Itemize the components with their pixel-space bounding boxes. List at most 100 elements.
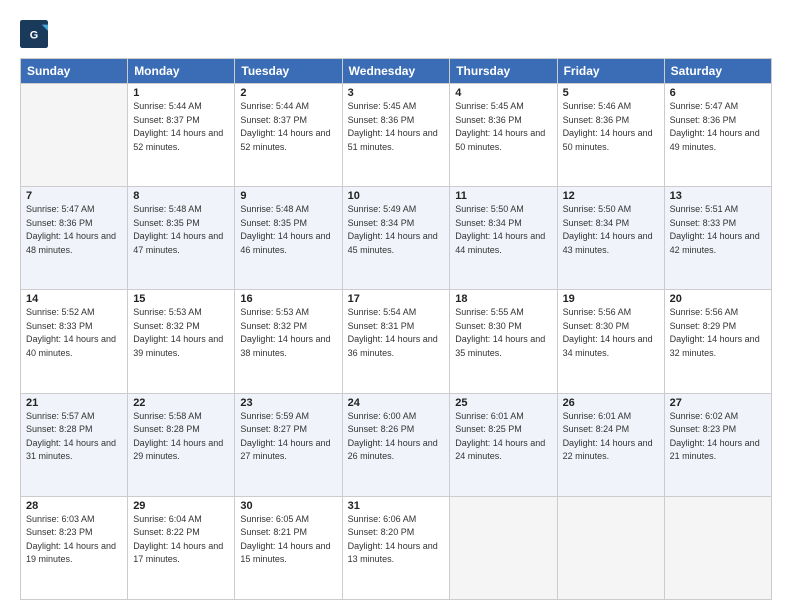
day-number: 11: [455, 190, 551, 202]
calendar-table: SundayMondayTuesdayWednesdayThursdayFrid…: [20, 58, 772, 600]
calendar-cell: 11Sunrise: 5:50 AMSunset: 8:34 PMDayligh…: [450, 187, 557, 290]
day-number: 3: [348, 87, 445, 99]
calendar-cell: 16Sunrise: 5:53 AMSunset: 8:32 PMDayligh…: [235, 290, 342, 393]
weekday-header-thursday: Thursday: [450, 59, 557, 84]
day-info: Sunrise: 6:06 AMSunset: 8:20 PMDaylight:…: [348, 513, 445, 567]
day-info: Sunrise: 6:05 AMSunset: 8:21 PMDaylight:…: [240, 513, 336, 567]
calendar-cell: 7Sunrise: 5:47 AMSunset: 8:36 PMDaylight…: [21, 187, 128, 290]
calendar-cell: 23Sunrise: 5:59 AMSunset: 8:27 PMDayligh…: [235, 393, 342, 496]
calendar-cell: 29Sunrise: 6:04 AMSunset: 8:22 PMDayligh…: [128, 496, 235, 599]
calendar-cell: 2Sunrise: 5:44 AMSunset: 8:37 PMDaylight…: [235, 84, 342, 187]
day-number: 26: [563, 397, 659, 409]
calendar-cell: 9Sunrise: 5:48 AMSunset: 8:35 PMDaylight…: [235, 187, 342, 290]
day-info: Sunrise: 5:45 AMSunset: 8:36 PMDaylight:…: [348, 100, 445, 154]
day-number: 19: [563, 293, 659, 305]
day-number: 13: [670, 190, 766, 202]
day-number: 18: [455, 293, 551, 305]
calendar-cell: 25Sunrise: 6:01 AMSunset: 8:25 PMDayligh…: [450, 393, 557, 496]
day-number: 16: [240, 293, 336, 305]
day-info: Sunrise: 6:00 AMSunset: 8:26 PMDaylight:…: [348, 410, 445, 464]
calendar-week-row: 28Sunrise: 6:03 AMSunset: 8:23 PMDayligh…: [21, 496, 772, 599]
day-number: 25: [455, 397, 551, 409]
calendar-cell: 20Sunrise: 5:56 AMSunset: 8:29 PMDayligh…: [664, 290, 771, 393]
calendar-week-row: 1Sunrise: 5:44 AMSunset: 8:37 PMDaylight…: [21, 84, 772, 187]
day-info: Sunrise: 5:48 AMSunset: 8:35 PMDaylight:…: [133, 203, 229, 257]
day-info: Sunrise: 6:02 AMSunset: 8:23 PMDaylight:…: [670, 410, 766, 464]
calendar-cell: [450, 496, 557, 599]
day-info: Sunrise: 5:55 AMSunset: 8:30 PMDaylight:…: [455, 306, 551, 360]
day-info: Sunrise: 5:48 AMSunset: 8:35 PMDaylight:…: [240, 203, 336, 257]
day-info: Sunrise: 6:03 AMSunset: 8:23 PMDaylight:…: [26, 513, 122, 567]
weekday-header-row: SundayMondayTuesdayWednesdayThursdayFrid…: [21, 59, 772, 84]
calendar-week-row: 7Sunrise: 5:47 AMSunset: 8:36 PMDaylight…: [21, 187, 772, 290]
day-info: Sunrise: 5:56 AMSunset: 8:29 PMDaylight:…: [670, 306, 766, 360]
day-info: Sunrise: 5:53 AMSunset: 8:32 PMDaylight:…: [133, 306, 229, 360]
day-number: 17: [348, 293, 445, 305]
day-number: 9: [240, 190, 336, 202]
day-number: 12: [563, 190, 659, 202]
calendar-cell: 28Sunrise: 6:03 AMSunset: 8:23 PMDayligh…: [21, 496, 128, 599]
weekday-header-monday: Monday: [128, 59, 235, 84]
calendar-cell: 10Sunrise: 5:49 AMSunset: 8:34 PMDayligh…: [342, 187, 450, 290]
day-info: Sunrise: 5:44 AMSunset: 8:37 PMDaylight:…: [240, 100, 336, 154]
day-info: Sunrise: 6:01 AMSunset: 8:25 PMDaylight:…: [455, 410, 551, 464]
calendar-cell: 31Sunrise: 6:06 AMSunset: 8:20 PMDayligh…: [342, 496, 450, 599]
day-info: Sunrise: 6:04 AMSunset: 8:22 PMDaylight:…: [133, 513, 229, 567]
weekday-header-tuesday: Tuesday: [235, 59, 342, 84]
calendar-cell: 21Sunrise: 5:57 AMSunset: 8:28 PMDayligh…: [21, 393, 128, 496]
day-info: Sunrise: 5:59 AMSunset: 8:27 PMDaylight:…: [240, 410, 336, 464]
weekday-header-sunday: Sunday: [21, 59, 128, 84]
calendar-cell: 3Sunrise: 5:45 AMSunset: 8:36 PMDaylight…: [342, 84, 450, 187]
calendar-cell: [557, 496, 664, 599]
weekday-header-friday: Friday: [557, 59, 664, 84]
day-info: Sunrise: 5:44 AMSunset: 8:37 PMDaylight:…: [133, 100, 229, 154]
calendar-cell: 18Sunrise: 5:55 AMSunset: 8:30 PMDayligh…: [450, 290, 557, 393]
day-number: 21: [26, 397, 122, 409]
calendar-cell: 26Sunrise: 6:01 AMSunset: 8:24 PMDayligh…: [557, 393, 664, 496]
day-info: Sunrise: 5:57 AMSunset: 8:28 PMDaylight:…: [26, 410, 122, 464]
calendar-cell: 1Sunrise: 5:44 AMSunset: 8:37 PMDaylight…: [128, 84, 235, 187]
weekday-header-saturday: Saturday: [664, 59, 771, 84]
day-number: 8: [133, 190, 229, 202]
day-number: 23: [240, 397, 336, 409]
calendar-cell: 12Sunrise: 5:50 AMSunset: 8:34 PMDayligh…: [557, 187, 664, 290]
calendar-cell: 27Sunrise: 6:02 AMSunset: 8:23 PMDayligh…: [664, 393, 771, 496]
calendar-page: G SundayMondayTuesdayWednesdayThursdayFr…: [0, 0, 792, 612]
calendar-cell: 22Sunrise: 5:58 AMSunset: 8:28 PMDayligh…: [128, 393, 235, 496]
calendar-cell: 30Sunrise: 6:05 AMSunset: 8:21 PMDayligh…: [235, 496, 342, 599]
day-info: Sunrise: 5:51 AMSunset: 8:33 PMDaylight:…: [670, 203, 766, 257]
calendar-cell: 19Sunrise: 5:56 AMSunset: 8:30 PMDayligh…: [557, 290, 664, 393]
svg-text:G: G: [30, 30, 38, 42]
day-number: 29: [133, 500, 229, 512]
day-number: 14: [26, 293, 122, 305]
day-info: Sunrise: 5:58 AMSunset: 8:28 PMDaylight:…: [133, 410, 229, 464]
day-number: 27: [670, 397, 766, 409]
day-info: Sunrise: 5:54 AMSunset: 8:31 PMDaylight:…: [348, 306, 445, 360]
day-number: 4: [455, 87, 551, 99]
calendar-cell: 24Sunrise: 6:00 AMSunset: 8:26 PMDayligh…: [342, 393, 450, 496]
calendar-week-row: 14Sunrise: 5:52 AMSunset: 8:33 PMDayligh…: [21, 290, 772, 393]
calendar-cell: 15Sunrise: 5:53 AMSunset: 8:32 PMDayligh…: [128, 290, 235, 393]
day-info: Sunrise: 5:46 AMSunset: 8:36 PMDaylight:…: [563, 100, 659, 154]
day-number: 1: [133, 87, 229, 99]
weekday-header-wednesday: Wednesday: [342, 59, 450, 84]
logo: G: [20, 20, 50, 48]
day-info: Sunrise: 5:50 AMSunset: 8:34 PMDaylight:…: [455, 203, 551, 257]
calendar-week-row: 21Sunrise: 5:57 AMSunset: 8:28 PMDayligh…: [21, 393, 772, 496]
calendar-cell: [21, 84, 128, 187]
day-number: 2: [240, 87, 336, 99]
day-number: 6: [670, 87, 766, 99]
day-info: Sunrise: 5:49 AMSunset: 8:34 PMDaylight:…: [348, 203, 445, 257]
day-info: Sunrise: 5:45 AMSunset: 8:36 PMDaylight:…: [455, 100, 551, 154]
calendar-cell: 17Sunrise: 5:54 AMSunset: 8:31 PMDayligh…: [342, 290, 450, 393]
calendar-cell: 5Sunrise: 5:46 AMSunset: 8:36 PMDaylight…: [557, 84, 664, 187]
day-number: 28: [26, 500, 122, 512]
day-info: Sunrise: 5:50 AMSunset: 8:34 PMDaylight:…: [563, 203, 659, 257]
calendar-cell: 6Sunrise: 5:47 AMSunset: 8:36 PMDaylight…: [664, 84, 771, 187]
day-number: 24: [348, 397, 445, 409]
day-number: 15: [133, 293, 229, 305]
calendar-cell: 8Sunrise: 5:48 AMSunset: 8:35 PMDaylight…: [128, 187, 235, 290]
day-info: Sunrise: 5:52 AMSunset: 8:33 PMDaylight:…: [26, 306, 122, 360]
header: G: [20, 16, 772, 48]
day-info: Sunrise: 5:53 AMSunset: 8:32 PMDaylight:…: [240, 306, 336, 360]
